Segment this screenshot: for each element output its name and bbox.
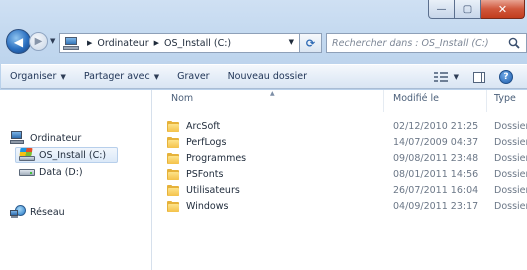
nav-label: OS_Install (C:) [39, 149, 107, 161]
folder-icon [167, 121, 179, 132]
nav-item-data-drive[interactable]: Data (D:) [19, 167, 83, 178]
table-row[interactable]: ArcSoft 02/12/2010 21:25 Dossier [153, 120, 527, 135]
breadcrumb-os-install[interactable]: OS_Install (C:) [164, 38, 231, 49]
burn-button[interactable]: Graver [168, 71, 218, 82]
close-button[interactable]: ✕ [481, 0, 525, 19]
folder-icon [167, 185, 179, 196]
sort-arrow-icon: ▲ [270, 90, 275, 97]
file-name: PSFonts [186, 169, 224, 180]
refresh-button[interactable]: ⟳ [300, 33, 322, 53]
nav-item-os-install[interactable]: OS_Install (C:) [15, 147, 118, 163]
file-type: Dossier [494, 169, 527, 180]
view-dropdown-icon[interactable]: ▼ [454, 73, 459, 81]
command-bar: Organiser ▼ Partager avec ▼ Graver Nouveau… [1, 64, 527, 89]
back-arrow-icon: ◀ [13, 34, 24, 49]
folder-icon [167, 137, 179, 148]
file-name: Windows [186, 201, 229, 212]
share-menu[interactable]: Partager avec ▼ [75, 71, 168, 82]
file-name: Programmes [186, 153, 247, 164]
os-drive-icon [19, 148, 35, 162]
maximize-button[interactable]: ▢ [455, 0, 481, 19]
back-button[interactable]: ◀ [6, 29, 31, 54]
table-row[interactable]: Windows 04/09/2011 23:17 Dossier [153, 200, 527, 215]
folder-icon [167, 169, 179, 180]
folder-icon [167, 153, 179, 164]
window-controls: — ▢ ✕ [428, 0, 525, 19]
view-options-icon[interactable] [433, 71, 448, 83]
file-list: ▲ Nom Modifié le Type ArcSoft 02/12/2010… [153, 90, 527, 270]
recent-pages-dropdown[interactable]: ▼ [50, 37, 55, 45]
table-row[interactable]: PerfLogs 14/07/2009 04:37 Dossier [153, 136, 527, 151]
chevron-down-icon: ▼ [153, 72, 160, 81]
nav-item-computer[interactable]: Ordinateur [10, 131, 81, 145]
forward-arrow-icon: ▶ [34, 36, 43, 47]
file-modified: 08/01/2011 14:56 [393, 169, 479, 180]
new-folder-button[interactable]: Nouveau dossier [219, 71, 316, 82]
burn-label: Graver [177, 71, 210, 82]
minimize-button[interactable]: — [428, 0, 455, 19]
column-header-name[interactable]: Nom [171, 93, 193, 104]
share-label: Partager avec [83, 71, 150, 82]
chevron-down-icon: ▼ [60, 72, 66, 81]
nav-label: Ordinateur [30, 132, 82, 144]
organise-label: Organiser [10, 71, 57, 82]
file-name: ArcSoft [186, 121, 221, 132]
search-icon[interactable] [508, 37, 520, 49]
file-modified: 14/07/2009 04:37 [393, 137, 479, 148]
column-divider[interactable] [383, 90, 384, 112]
file-type: Dossier [494, 137, 527, 148]
file-name: PerfLogs [186, 137, 227, 148]
nav-item-network[interactable]: Réseau [10, 205, 65, 219]
forward-button[interactable]: ▶ [29, 32, 48, 51]
folder-icon [167, 201, 179, 212]
new-folder-label: Nouveau dossier [227, 71, 307, 82]
computer-icon [63, 36, 79, 50]
search-input[interactable]: Rechercher dans : OS_Install (C:) [332, 38, 489, 49]
column-header-modified[interactable]: Modifié le [393, 93, 439, 104]
file-modified: 09/08/2011 23:48 [393, 153, 479, 164]
search-box[interactable]: Rechercher dans : OS_Install (C:) [326, 33, 527, 53]
table-row[interactable]: Utilisateurs 26/07/2011 16:04 Dossier [153, 184, 527, 199]
address-bar[interactable]: ▶ Ordinateur ▶ OS_Install (C:) ▼ [59, 33, 300, 53]
column-divider[interactable] [486, 90, 487, 112]
navigation-pane: Ordinateur OS_Install (C:) Data (D:) Rés… [1, 90, 152, 270]
column-header-type[interactable]: Type [494, 93, 516, 104]
table-row[interactable]: Programmes 09/08/2011 23:48 Dossier [153, 152, 527, 167]
file-name: Utilisateurs [186, 185, 240, 196]
nav-label: Réseau [30, 206, 65, 218]
file-modified: 02/12/2010 21:25 [393, 121, 479, 132]
drive-icon [19, 169, 35, 176]
computer-icon [10, 131, 26, 145]
help-icon[interactable]: ? [499, 70, 513, 84]
file-modified: 26/07/2011 16:04 [393, 185, 479, 196]
breadcrumb-separator-icon[interactable]: ▶ [87, 39, 92, 47]
organise-menu[interactable]: Organiser ▼ [1, 71, 75, 82]
file-type: Dossier [494, 121, 527, 132]
nav-label: Data (D:) [39, 167, 83, 178]
network-icon [10, 205, 26, 219]
file-type: Dossier [494, 185, 527, 196]
table-row[interactable]: PSFonts 08/01/2011 14:56 Dossier [153, 168, 527, 183]
file-modified: 04/09/2011 23:17 [393, 201, 479, 212]
preview-pane-icon[interactable] [473, 71, 485, 83]
breadcrumb-ordinateur[interactable]: Ordinateur [97, 38, 148, 49]
refresh-icon: ⟳ [305, 36, 316, 50]
file-type: Dossier [494, 201, 527, 212]
breadcrumb-separator-icon[interactable]: ▶ [154, 39, 159, 47]
address-dropdown-icon[interactable]: ▼ [289, 38, 294, 46]
file-type: Dossier [494, 153, 527, 164]
